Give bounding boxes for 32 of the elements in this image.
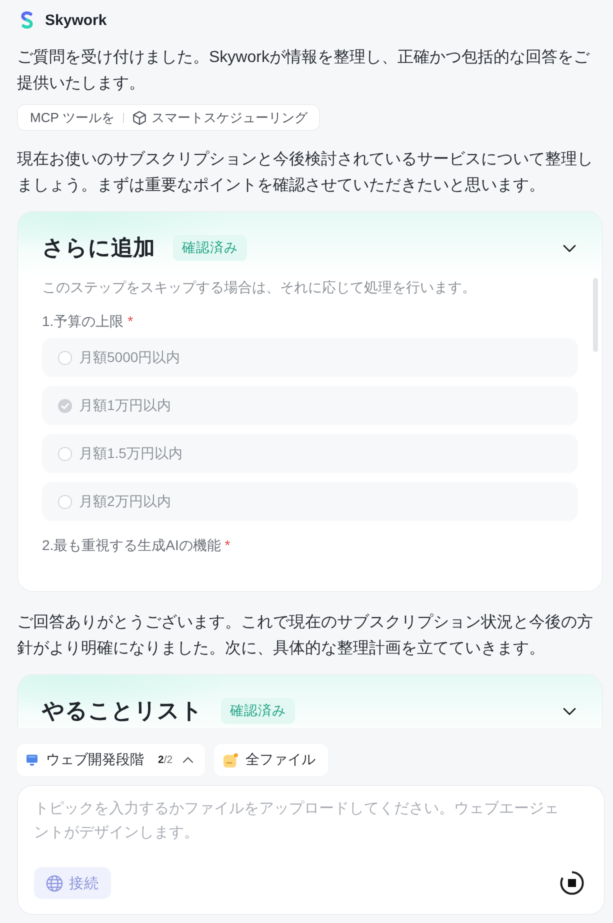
tool-label: MCP ツールを	[30, 108, 114, 126]
globe-icon	[46, 874, 63, 892]
status-badge: 確認済み	[173, 235, 247, 261]
question-label: 1.予算の上限 *	[42, 312, 134, 331]
card-title: やることリスト	[42, 697, 203, 725]
option-row[interactable]: 月額2万円以内	[42, 482, 578, 521]
step-counter: 2/2	[158, 754, 173, 766]
monitor-icon	[26, 754, 38, 766]
stage-chip[interactable]: ウェブ開発段階 2/2	[17, 744, 205, 776]
scrollbar-thumb[interactable]	[593, 278, 598, 352]
logo-icon	[20, 11, 34, 29]
message-input-field[interactable]: トピックを入力するかファイルをアップロードしてください。ウェブエージェントがデザインします。 接続	[17, 785, 605, 915]
chevron-down-icon[interactable]	[563, 708, 576, 714]
card-title: さらに追加	[42, 234, 155, 262]
option-row[interactable]: 月額1万円以内	[42, 386, 578, 425]
question-label: 2.最も重視する生成AIの機能 *	[42, 536, 232, 555]
option-row[interactable]: 月額5000円以内	[42, 338, 578, 377]
card-note: このステップをスキップする場合は、それに応じて処理を行います。	[42, 278, 477, 297]
message-text: ご質問を受け付けました。Skyworkが情報を整理し、正確かつ包括的な回答をご提供いたします。	[17, 48, 591, 94]
caret-up-icon	[182, 757, 193, 763]
tool-name: スマートスケジューリング	[151, 108, 308, 126]
message-text: 現在お使いのサブスクリプションと今後検討されているサービスについて整理しましょう。まずは重要なポイントを確認させていただきたいと思います。	[17, 150, 594, 196]
file-icon	[222, 752, 238, 768]
message-text: ご回答ありがとうございます。これで現在のサブスクリプション状況と今後の方針がより明確になりました。次に、具体的な整理計画を立てていきます。	[17, 612, 594, 659]
option-row[interactable]: 月額1.5万円以内	[42, 434, 578, 473]
files-chip[interactable]: 全ファイル	[214, 744, 328, 776]
status-badge: 確認済み	[221, 698, 295, 724]
cube-icon	[133, 110, 146, 124]
connect-button[interactable]: 接続	[34, 867, 111, 899]
chevron-down-icon[interactable]	[563, 244, 576, 252]
stop-icon[interactable]	[560, 871, 584, 895]
app-name: Skywork	[45, 12, 107, 28]
